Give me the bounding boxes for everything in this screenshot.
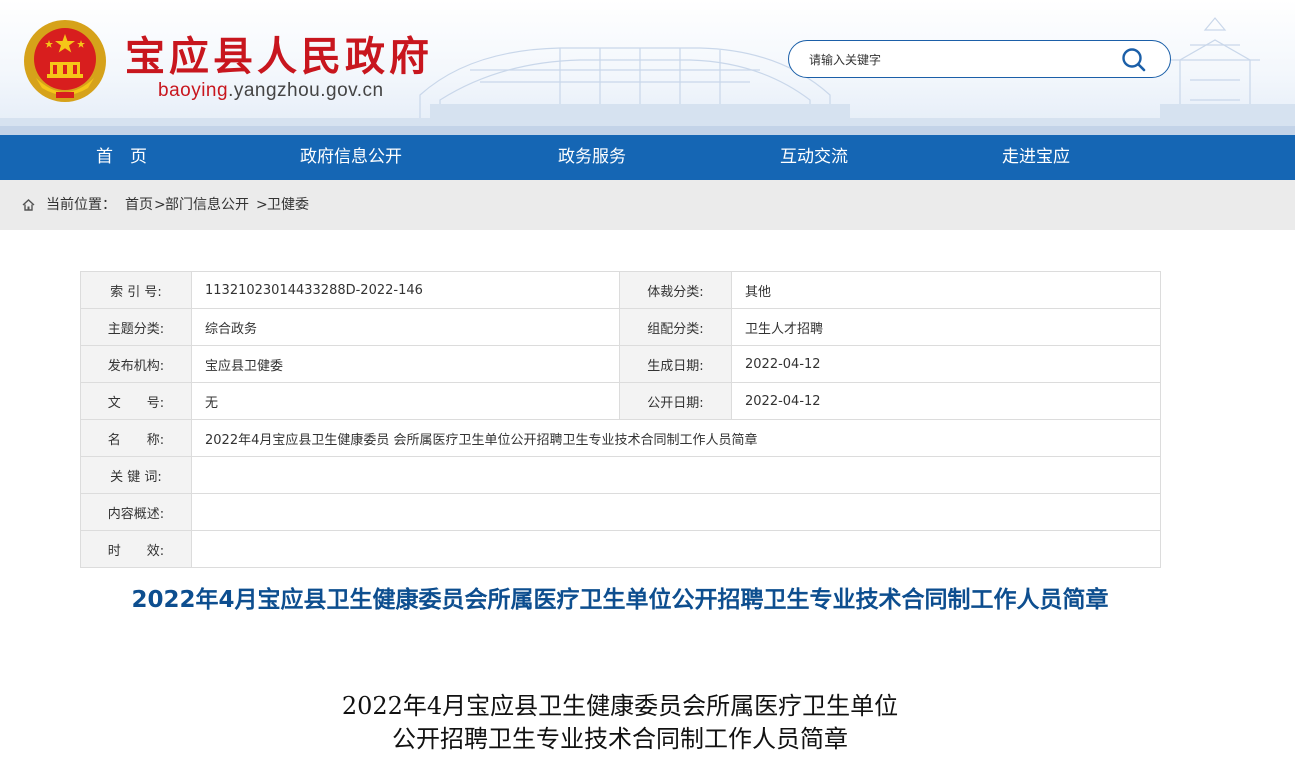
national-emblem-icon [24,20,106,102]
index-value: 11321023014433288D-2022-146 [191,271,620,309]
article-title: 2022年4月宝应县卫生健康委员会所属医疗卫生单位公开招聘卫生专业技术合同制工作… [131,587,1109,613]
nav-item-gov-service[interactable]: 政务服务 [558,135,626,180]
breadcrumb-prefix: 当前位置： [46,197,116,213]
nav-item-about-baoying[interactable]: 走进宝应 [1002,135,1070,180]
topic-value: 综合政务 [191,308,620,346]
public-date-value: 2022-04-12 [731,382,1161,420]
index-label: 索 引 号: [80,271,192,309]
publisher-value: 宝应县卫健委 [191,345,620,383]
site-domain-rest: .yangzhou.gov.cn [228,80,384,101]
main-nav: 首 页 政府信息公开 政务服务 互动交流 走进宝应 [0,135,1295,180]
breadcrumb: 当前位置： 首页 > 部门信息公开 > 卫健委 [0,180,1295,230]
public-date-label: 公开日期: [619,382,732,420]
breadcrumb-separator: > [256,197,268,213]
breadcrumb-separator: > [154,197,166,213]
genre-label: 体裁分类: [619,271,732,309]
validity-value [191,530,1161,568]
table-row: 文 号: 无 公开日期: 2022-04-12 [80,382,1161,420]
article-body-title: 2022年4月宝应县卫生健康委员会所属医疗卫生单位 公开招聘卫生专业技术合同制工… [270,690,970,756]
breadcrumb-home[interactable]: 首页 [125,180,153,230]
topic-label: 主题分类: [80,308,192,346]
table-row: 名 称: 2022年4月宝应县卫生健康委员 会所属医疗卫生单位公开招聘卫生专业技… [80,419,1161,457]
summary-label: 内容概述: [80,493,192,531]
search-box [788,40,1171,78]
keywords-value [191,456,1161,494]
config-value: 卫生人才招聘 [731,308,1161,346]
article-body-title-line2: 公开招聘卫生专业技术合同制工作人员简章 [392,725,848,753]
table-row: 内容概述: [80,493,1161,531]
breadcrumb-current[interactable]: 卫健委 [267,180,309,230]
nav-item-home[interactable]: 首 页 [96,135,147,180]
document-number-value: 无 [191,382,620,420]
genre-value: 其他 [731,271,1161,309]
name-label: 名 称: [80,419,192,457]
document-info-table: 索 引 号: 11321023014433288D-2022-146 体裁分类:… [80,271,1161,568]
table-row: 索 引 号: 11321023014433288D-2022-146 体裁分类:… [80,271,1161,309]
table-row: 时 效: [80,530,1161,568]
publisher-label: 发布机构: [80,345,192,383]
site-domain-highlight: baoying [158,80,229,101]
config-label: 组配分类: [619,308,732,346]
name-value: 2022年4月宝应县卫生健康委员 会所属医疗卫生单位公开招聘卫生专业技术合同制工… [191,419,1161,457]
search-icon[interactable] [1119,46,1149,74]
table-row: 关 键 词: [80,456,1161,494]
search-input[interactable] [809,49,1109,71]
table-row: 主题分类: 综合政务 组配分类: 卫生人才招聘 [80,308,1161,346]
breadcrumb-section[interactable]: 部门信息公开 [165,180,249,230]
nav-item-interaction[interactable]: 互动交流 [780,135,848,180]
validity-label: 时 效: [80,530,192,568]
table-row: 发布机构: 宝应县卫健委 生成日期: 2022-04-12 [80,345,1161,383]
summary-value [191,493,1161,531]
site-domain: baoying.yangzhou.gov.cn [158,80,384,102]
created-date-value: 2022-04-12 [731,345,1161,383]
nav-item-gov-info[interactable]: 政府信息公开 [300,135,402,180]
article-body-title-line1: 2022年4月宝应县卫生健康委员会所属医疗卫生单位 [341,692,899,720]
site-header: 宝应县人民政府 baoying.yangzhou.gov.cn [0,0,1295,135]
document-number-label: 文 号: [80,382,192,420]
keywords-label: 关 键 词: [80,456,192,494]
created-date-label: 生成日期: [619,345,732,383]
site-title[interactable]: 宝应县人民政府 [125,24,433,82]
home-icon [22,199,35,211]
